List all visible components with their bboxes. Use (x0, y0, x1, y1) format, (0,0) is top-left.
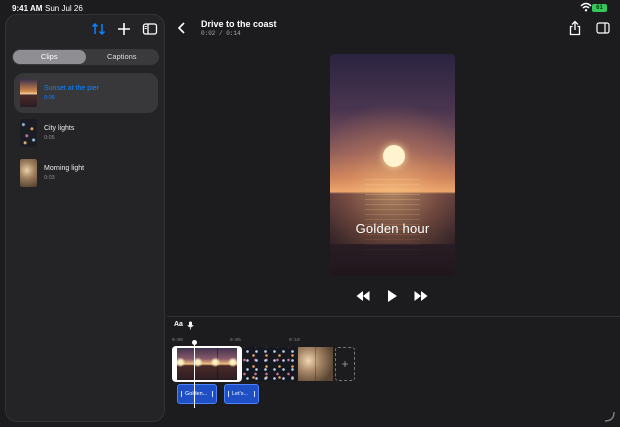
clip-name: Sunset at the pier (44, 85, 99, 92)
rewind-icon (356, 291, 370, 301)
caption-chip[interactable]: Golden... (177, 384, 217, 404)
play-button[interactable] (386, 289, 398, 303)
status-time: 9:41 AM (12, 4, 43, 13)
segmented-control: Clips Captions (12, 49, 159, 65)
clip-thumbnail (20, 79, 37, 107)
sort-button[interactable] (90, 20, 108, 38)
timeline-divider (167, 316, 620, 317)
tab-captions[interactable]: Captions (86, 50, 159, 64)
clip-item[interactable]: Sunset at the pier 0:06 (14, 73, 158, 113)
fast-forward-icon (414, 291, 428, 301)
video-preview[interactable]: Golden hour (330, 54, 455, 276)
tab-clips[interactable]: Clips (13, 50, 86, 64)
clip-duration: 0:05 (44, 135, 55, 141)
water-reflection (365, 179, 420, 259)
clip-frames (298, 347, 333, 381)
playhead[interactable] (194, 341, 195, 408)
battery-icon: 61 (592, 4, 607, 12)
clip-thumbnail (20, 159, 37, 187)
clip-item[interactable]: City lights 0:05 (14, 113, 158, 153)
timeline-clip-sunset[interactable] (172, 347, 242, 381)
inspector-toggle-icon[interactable] (596, 21, 610, 35)
plus-icon (118, 23, 130, 35)
caption-style-button[interactable]: Aa (174, 321, 183, 328)
preview-caption: Golden hour (355, 221, 430, 236)
resize-grip-icon[interactable] (603, 410, 615, 422)
ruler-mark: 0:00 (172, 338, 183, 343)
share-icon[interactable] (568, 20, 582, 36)
clip-name: City lights (44, 125, 75, 132)
fast-forward-button[interactable] (414, 289, 428, 303)
clip-item[interactable]: Morning light 0:03 (14, 153, 158, 193)
clip-duration: 0:06 (44, 95, 55, 101)
project-title: Drive to the coast (201, 19, 277, 29)
ruler-mark: 0:05 (230, 338, 241, 343)
clip-list: Sunset at the pier 0:06 City lights 0:05… (14, 73, 158, 193)
wifi-icon (580, 2, 592, 12)
status-date: Sun Jul 26 (45, 4, 83, 13)
timeline-clip-morning[interactable] (298, 347, 333, 381)
playhead-knob[interactable] (192, 340, 197, 345)
playback-time: 0:02 / 0:14 (201, 30, 241, 37)
clip-name: Morning light (44, 165, 85, 172)
sidebar-icon (142, 23, 158, 35)
add-clip-button[interactable]: + (335, 347, 355, 381)
clip-thumbnail (20, 119, 37, 147)
sidebar-toolbar (6, 15, 166, 45)
sidebar-toggle-button[interactable] (141, 20, 159, 38)
clip-duration: 0:03 (44, 175, 55, 181)
microphone-icon[interactable] (187, 321, 194, 330)
sun (383, 145, 405, 167)
back-chevron-icon[interactable] (175, 20, 189, 36)
add-button[interactable] (115, 20, 133, 38)
clip-frame-suns (172, 347, 242, 381)
sidebar: Clips Captions Sunset at the pier 0:06 C… (5, 14, 165, 422)
timeline-clip-city[interactable] (243, 347, 297, 381)
rewind-button[interactable] (356, 289, 370, 303)
caption-chip[interactable]: Let's... (224, 384, 259, 404)
ruler-mark: 0:10 (289, 338, 300, 343)
play-icon (388, 290, 397, 302)
sort-arrows-icon (91, 22, 106, 36)
